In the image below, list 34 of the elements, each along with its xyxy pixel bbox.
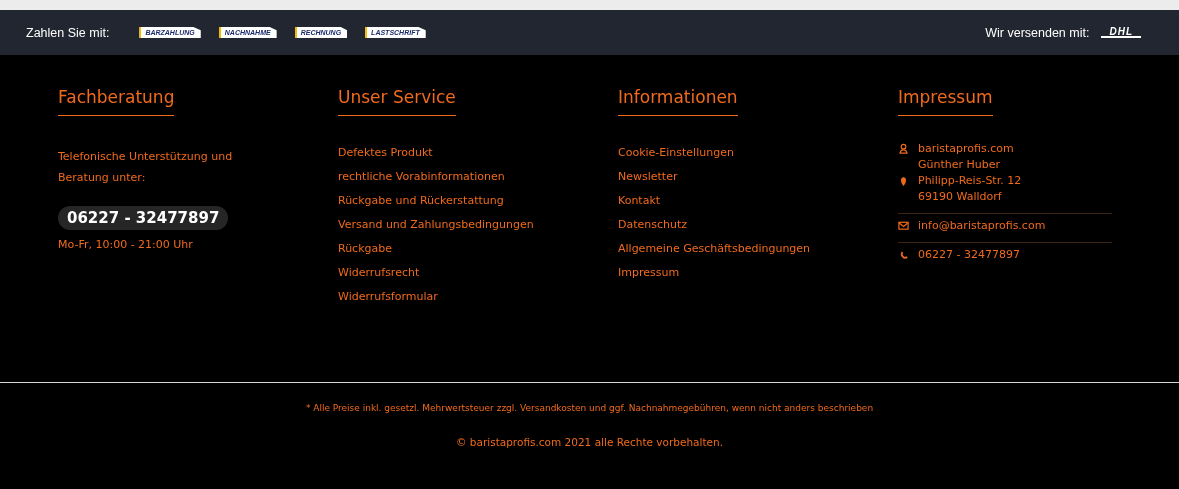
column-heading: Unser Service (338, 87, 456, 116)
carrier-logo: DHL (1101, 27, 1141, 38)
column-heading: Fachberatung (58, 87, 175, 116)
footer-link[interactable]: Rückgabe und Rückerstattung (338, 189, 504, 213)
footer-link[interactable]: Widerrufsrecht (338, 261, 420, 285)
opening-hours: Mo-Fr, 10:00 - 21:00 Uhr (58, 238, 193, 251)
footer-link[interactable]: Defektes Produkt (338, 141, 433, 165)
footer-link[interactable]: Rückgabe (338, 237, 392, 261)
column-heading: Impressum (898, 87, 993, 116)
footer-link[interactable]: Impressum (618, 261, 680, 285)
price-notice: * Alle Preise inkl. gesetzl. Mehrwertsteuer zzgl. Versandkosten und ggf. Nachnahmegebühren, wenn nicht anders beschrieben (305, 403, 874, 413)
footer-link[interactable]: Datenschutz (618, 213, 688, 237)
phone-number: 06227 - 32477897 (58, 206, 229, 230)
footer-link[interactable]: Kontakt (618, 189, 661, 213)
footer-link[interactable]: Versand und Zahlungsbedingungen (338, 213, 534, 237)
person-icon (898, 142, 909, 154)
footer-link[interactable]: Newsletter (618, 165, 678, 189)
contact-text: Günther Huber (918, 157, 1001, 171)
contact-text: 06227 - 32477897 (918, 247, 1020, 261)
mail-icon (898, 219, 909, 231)
footer-link[interactable]: rechtliche Vorabinformationen (338, 165, 505, 189)
footer-link[interactable]: Cookie-Einstellungen (618, 141, 734, 165)
contact-text: 69190 Walldorf (918, 189, 1002, 203)
footer-link[interactable]: Allgemeine Geschäftsbedingungen (618, 237, 811, 261)
contact-text: info@baristaprofis.com (918, 218, 1046, 232)
copyright-text: © baristaprofis.com 2021 alle Rechte vorbehalten. (456, 436, 723, 448)
support-text: Telefonische Unterstützung und Beratung unter: (58, 149, 234, 186)
footer-link[interactable]: Widerrufsformular (338, 285, 438, 309)
payment-label: Zahlen Sie mit: (26, 25, 110, 40)
contact-text: baristaprofis.com (918, 141, 1014, 155)
shipping-label: Wir versenden mit: (985, 25, 1090, 40)
contact-text: Philipp-Reis-Str. 12 (918, 173, 1022, 187)
location-pin-icon (898, 174, 909, 186)
column-heading: Informationen (618, 87, 738, 116)
